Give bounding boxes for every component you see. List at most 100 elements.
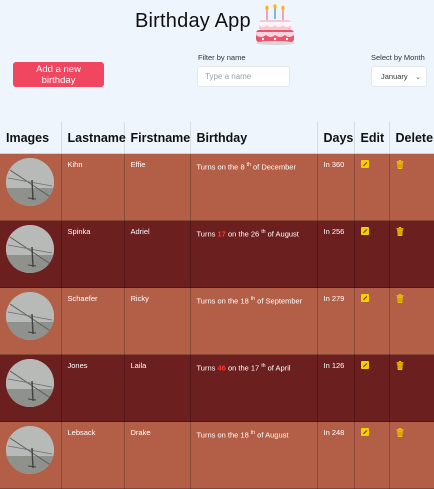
day-suffix: th: [250, 296, 256, 302]
day-value: 18: [240, 430, 249, 440]
trash-icon[interactable]: [396, 428, 404, 439]
filter-name-input[interactable]: [197, 66, 290, 87]
day-suffix: th: [246, 162, 251, 168]
avatar: [6, 292, 54, 340]
on-the-text: on the: [217, 296, 239, 306]
avatar: [6, 359, 54, 407]
delete-cell: [389, 354, 434, 422]
avatar: [6, 426, 54, 474]
trash-icon[interactable]: [396, 227, 404, 238]
on-the-text: on the: [227, 363, 249, 373]
edit-icon[interactable]: [360, 428, 369, 438]
delete-cell: [389, 153, 434, 221]
birthday-cell: Turns 17 on the 26 th of August: [190, 220, 318, 288]
day-suffix: th: [250, 430, 256, 436]
turns-text: Turns: [196, 162, 216, 172]
lastname-cell: Lebsack: [61, 421, 125, 489]
on-the-text: on the: [217, 430, 239, 440]
birthday-cake-icon: [256, 4, 294, 45]
birthday-cell: Turns on the 18 th of August: [190, 421, 318, 489]
month-select[interactable]: January ⌄: [371, 66, 427, 87]
table-row: Schaefer Ricky Turns on the 18 th of Septe…: [0, 287, 434, 355]
trash-icon[interactable]: [396, 361, 404, 372]
on-the-text: on the: [227, 229, 249, 239]
month-label: Select by Month: [371, 53, 425, 62]
firstname-cell: Effie: [124, 153, 191, 221]
edit-cell: [354, 354, 390, 422]
image-cell: [0, 287, 62, 355]
edit-cell: [354, 220, 390, 288]
table-row: Lebsack Drake Turns on the 18 th of August…: [0, 421, 434, 489]
edit-icon[interactable]: [360, 361, 369, 371]
col-lastname: Lastname: [61, 122, 126, 154]
days-cell: In 126: [317, 354, 355, 422]
day-suffix: th: [261, 229, 266, 235]
image-cell: [0, 354, 62, 422]
of-text: of: [252, 162, 260, 172]
of-text: of: [257, 296, 264, 306]
col-days: Days: [317, 122, 355, 154]
days-cell: In 360: [317, 153, 355, 221]
turns-text: Turns: [196, 229, 216, 239]
edit-icon[interactable]: [360, 294, 369, 304]
month-select-value: January: [381, 72, 408, 81]
month-value: December: [261, 162, 296, 172]
edit-icon[interactable]: [360, 227, 369, 237]
turns-text: Turns: [196, 296, 216, 306]
lastname-cell: Jones: [61, 354, 125, 422]
days-cell: In 248: [317, 421, 355, 489]
firstname-cell: Adriel: [124, 220, 191, 288]
age-value: 17: [217, 229, 226, 239]
app-header: Birthday App Add a new birthday Filter b…: [0, 0, 434, 120]
trash-icon[interactable]: [396, 294, 404, 305]
image-cell: [0, 421, 62, 489]
firstname-cell: Laila: [124, 354, 191, 422]
of-text: of: [267, 363, 274, 373]
lastname-cell: Kihn: [61, 153, 125, 221]
trash-icon[interactable]: [396, 160, 404, 171]
lastname-cell: Schaefer: [61, 287, 125, 355]
age-value: 46: [217, 363, 226, 373]
edit-cell: [354, 287, 390, 355]
col-firstname: Firstname: [124, 122, 191, 154]
month-value: April: [275, 363, 291, 373]
app-title: Birthday App: [135, 10, 251, 32]
day-value: 26: [250, 229, 260, 239]
delete-cell: [389, 287, 434, 355]
edit-icon[interactable]: [360, 160, 369, 170]
day-value: 17: [250, 363, 260, 373]
birthday-table: Images Lastname Firstname Birthday Days …: [0, 122, 434, 489]
image-cell: [0, 153, 62, 221]
of-text: of: [267, 229, 274, 239]
table-row: Kihn Effie Turns on the 8 th of December In…: [0, 153, 434, 221]
of-text: of: [257, 430, 264, 440]
edit-cell: [354, 153, 390, 221]
firstname-cell: Ricky: [124, 287, 191, 355]
chevron-down-icon: ⌄: [415, 74, 421, 81]
lastname-cell: Spinka: [61, 220, 125, 288]
col-edit: Edit: [354, 122, 390, 154]
days-cell: In 256: [317, 220, 355, 288]
col-images: Images: [0, 122, 62, 154]
days-cell: In 279: [317, 287, 355, 355]
filter-label: Filter by name: [198, 53, 246, 62]
month-value: September: [265, 296, 303, 306]
firstname-cell: Drake: [124, 421, 191, 489]
table-row: Spinka Adriel Turns 17 on the 26 th of Aug…: [0, 220, 434, 288]
birthday-cell: Turns on the 18 th of September: [190, 287, 318, 355]
birthday-cell: Turns on the 8 th of December: [190, 153, 318, 221]
month-value: August: [275, 229, 299, 239]
birthday-cell: Turns 46 on the 17 th of April: [190, 354, 318, 422]
turns-text: Turns: [196, 363, 216, 373]
table-row: Jones Laila Turns 46 on the 17 th of April…: [0, 354, 434, 422]
add-birthday-button[interactable]: Add a new birthday: [13, 62, 104, 87]
avatar: [6, 158, 54, 206]
day-value: 8: [240, 162, 245, 172]
edit-cell: [354, 421, 390, 489]
turns-text: Turns: [196, 430, 216, 440]
day-suffix: th: [261, 363, 266, 369]
delete-cell: [389, 421, 434, 489]
month-value: August: [265, 430, 289, 440]
col-delete: Delete: [389, 122, 434, 154]
table-header-row: Images Lastname Firstname Birthday Days …: [0, 122, 434, 154]
